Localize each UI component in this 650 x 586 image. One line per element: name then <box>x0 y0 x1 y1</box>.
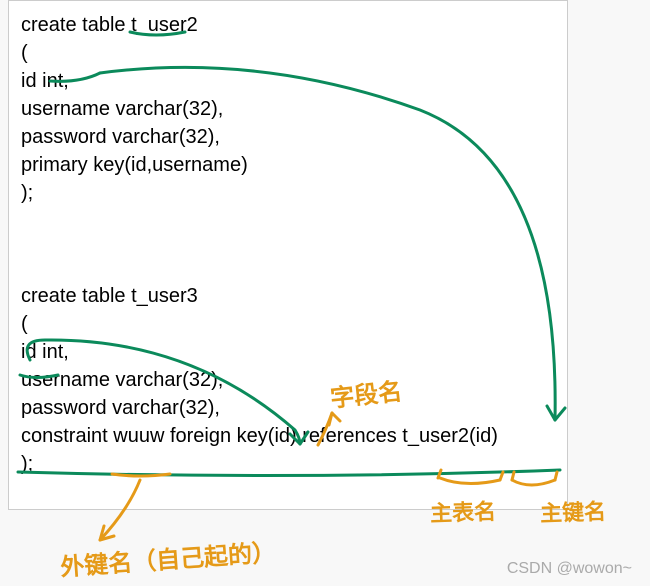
code-line: create table t_user2 <box>21 11 555 39</box>
code-line: ); <box>21 450 555 478</box>
code-line: id int, <box>21 338 555 366</box>
code-line: password varchar(32), <box>21 123 555 151</box>
code-line: create table t_user3 <box>21 282 555 310</box>
code-line: ( <box>21 310 555 338</box>
code-line: password varchar(32), <box>21 394 555 422</box>
annotation-main-table-name: 主表名 <box>429 494 496 528</box>
annotation-foreign-key-name: 外键名（自己起的） <box>59 533 277 583</box>
code-line: id int, <box>21 67 555 95</box>
code-line: ( <box>21 39 555 67</box>
code-line: username varchar(32), <box>21 95 555 123</box>
annotation-main-key-name: 主键名 <box>539 494 606 528</box>
code-line: ); <box>21 179 555 207</box>
code-line: constraint wuuw foreign key(id) referenc… <box>21 422 555 450</box>
code-line: primary key(id,username) <box>21 151 555 179</box>
annotation-field-name: 字段名 <box>328 371 403 413</box>
watermark: CSDN @wowon~ <box>507 560 632 578</box>
code-line: username varchar(32), <box>21 366 555 394</box>
code-container: create table t_user2 ( id int, username … <box>8 0 568 510</box>
